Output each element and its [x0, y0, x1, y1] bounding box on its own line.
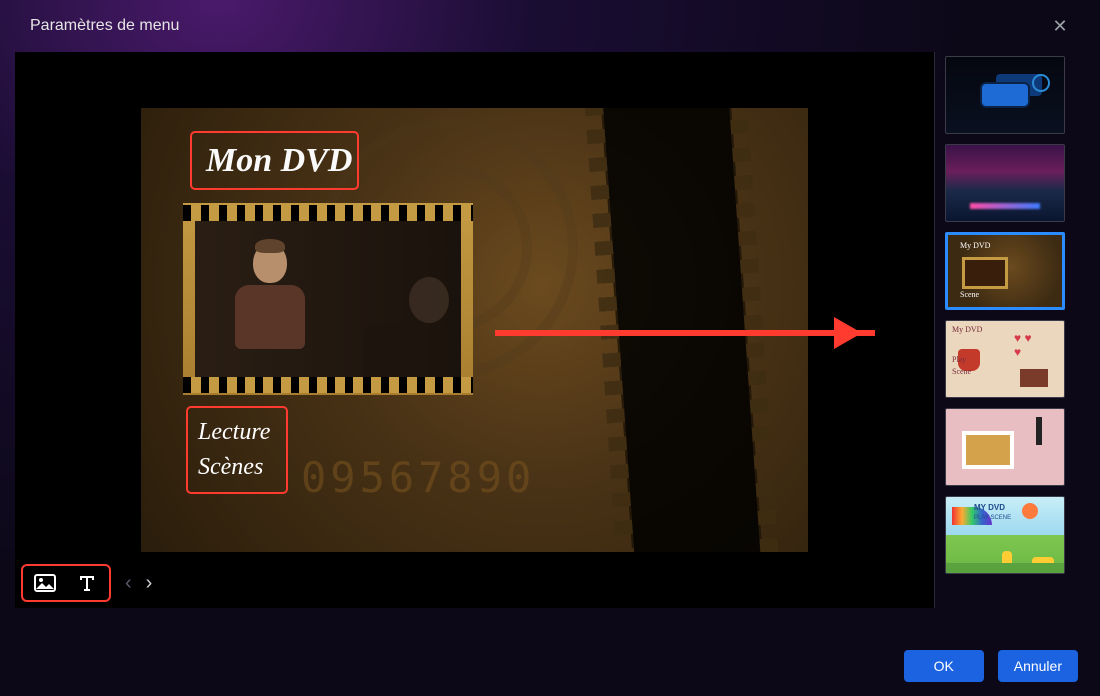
text-icon [77, 573, 97, 593]
tool-group-highlight [21, 564, 111, 602]
next-page-icon[interactable]: › [146, 572, 153, 595]
template-item-galaxy[interactable] [945, 144, 1065, 222]
template-item-film-sepia[interactable]: My DVD Scene [945, 232, 1065, 310]
thumb-play: Play [952, 355, 966, 364]
template-list[interactable]: My DVD Scene My DVD ♥ ♥♥ Play Scene MY D… [935, 52, 1085, 608]
menu-link-scenes: Scènes [198, 454, 286, 481]
template-item-tech-dark[interactable] [945, 56, 1065, 134]
text-tool-icon[interactable] [75, 572, 99, 594]
thumb-scene: Scene [952, 367, 971, 376]
dialog-content: 09567890 Mon DVD Lecture [0, 52, 1100, 608]
ok-button[interactable]: OK [904, 650, 984, 682]
thumb-sub: PLAY SCENE [974, 515, 1011, 521]
video-thumbnail-frame[interactable] [183, 203, 473, 395]
annotation-arrow [495, 330, 875, 336]
menu-link-play: Lecture [198, 419, 286, 446]
menu-links-field[interactable]: Lecture Scènes [186, 406, 288, 494]
menu-title-text: Mon DVD [206, 142, 352, 180]
thumb-title: My DVD [952, 325, 982, 334]
bg-digits: 09567890 [301, 453, 535, 502]
thumb-title: My DVD [960, 241, 990, 250]
preview-column: 09567890 Mon DVD Lecture [15, 52, 935, 608]
menu-title-field[interactable]: Mon DVD [190, 131, 359, 190]
prev-page-icon[interactable]: ‹ [125, 572, 132, 595]
image-tool-icon[interactable] [33, 572, 57, 594]
video-thumbnail [195, 221, 461, 377]
dialog-title: Paramètres de menu [30, 17, 179, 35]
person-illustration [225, 243, 315, 363]
preview-toolbar: ‹ › [15, 558, 935, 608]
thumb-frame [962, 257, 1008, 289]
template-item-romance-cafe[interactable]: My DVD ♥ ♥♥ Play Scene [945, 320, 1065, 398]
menu-preview: 09567890 Mon DVD Lecture [15, 52, 935, 558]
dialog-header: Paramètres de menu ✕ [0, 0, 1100, 52]
close-icon[interactable]: ✕ [1050, 16, 1070, 37]
thumb-title: MY DVD [974, 503, 1005, 512]
picture-icon [34, 574, 56, 592]
dialog-footer: OK Annuler [904, 650, 1078, 682]
template-item-kids-cartoon[interactable]: MY DVD PLAY SCENE [945, 496, 1065, 574]
thumb-sub: Scene [960, 290, 979, 299]
thumb-frame [962, 431, 1014, 469]
cancel-button[interactable]: Annuler [998, 650, 1078, 682]
person-illustration-2 [363, 277, 449, 377]
template-item-framed-pink[interactable] [945, 408, 1065, 486]
